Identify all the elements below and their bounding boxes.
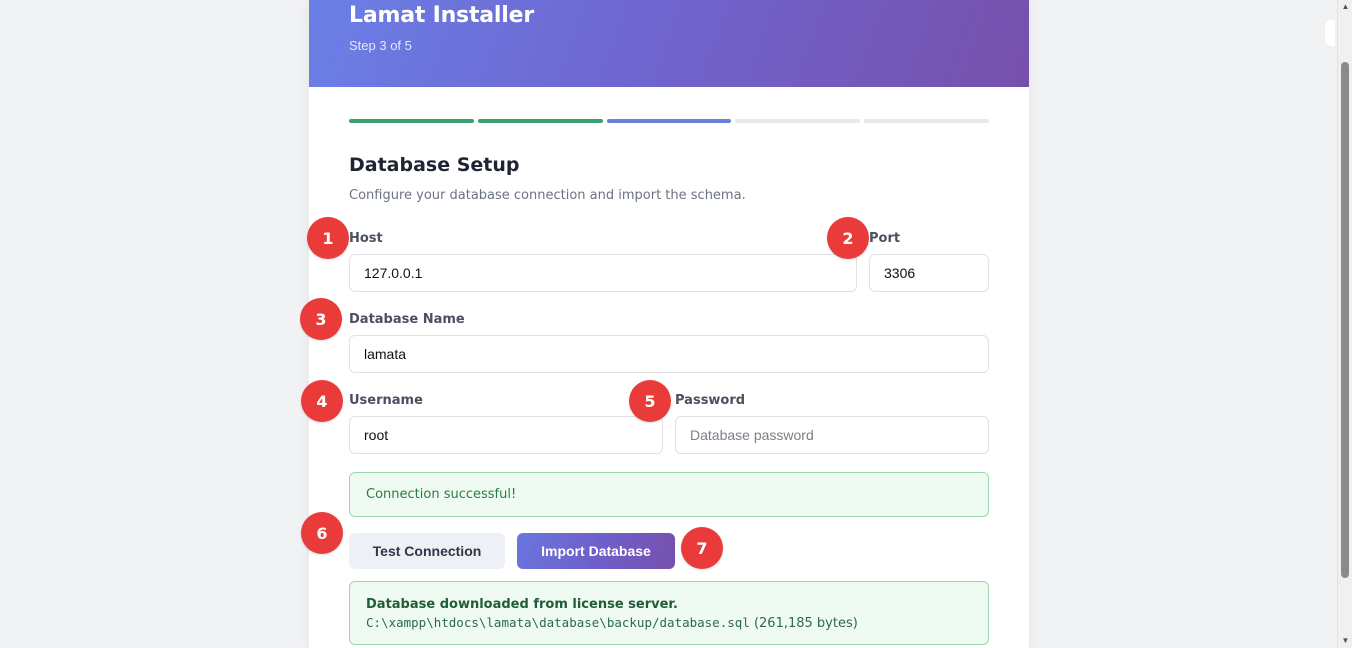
download-alert-detail: C:\xampp\htdocs\lamata\database\backup/d… — [366, 615, 972, 631]
database-name-input[interactable] — [349, 335, 989, 373]
page-scrollbar[interactable]: ▲ ▼ — [1337, 0, 1352, 648]
progress-step-2 — [477, 119, 603, 123]
progress-step-3 — [606, 119, 732, 123]
port-input[interactable] — [869, 254, 989, 292]
step-indicator: Step 3 of 5 — [349, 38, 412, 53]
progress-step-4 — [735, 119, 861, 123]
scroll-up-arrow-icon[interactable]: ▲ — [1338, 0, 1352, 14]
browser-viewport: Lamat Installer Step 3 of 5 Database Set… — [0, 0, 1352, 648]
annotation-marker-1: 1 — [307, 217, 349, 259]
annotation-marker-6: 6 — [301, 512, 343, 554]
annotation-marker-3: 3 — [300, 298, 342, 340]
scrollbar-thumb[interactable] — [1341, 62, 1349, 578]
progress-step-1 — [349, 119, 474, 123]
annotation-marker-5: 5 — [629, 380, 671, 422]
password-input[interactable] — [675, 416, 989, 454]
host-input[interactable] — [349, 254, 857, 292]
host-label: Host — [349, 231, 383, 246]
download-file-path: C:\xampp\htdocs\lamata\database\backup/d… — [366, 615, 750, 630]
username-label: Username — [349, 393, 423, 408]
scroll-down-arrow-icon[interactable]: ▼ — [1338, 634, 1352, 648]
connection-success-alert: Connection successful! — [349, 472, 989, 517]
test-connection-button[interactable]: Test Connection — [349, 533, 505, 569]
progress-step-5 — [864, 119, 989, 123]
section-description: Configure your database connection and i… — [349, 188, 746, 203]
section-title: Database Setup — [349, 154, 520, 176]
connection-success-message: Connection successful! — [366, 487, 517, 502]
annotation-marker-7: 7 — [681, 527, 723, 569]
database-download-alert: Database downloaded from license server.… — [349, 581, 989, 645]
installer-header: Lamat Installer Step 3 of 5 — [309, 0, 1029, 87]
installer-card: Lamat Installer Step 3 of 5 Database Set… — [309, 0, 1029, 648]
step-progress-bar — [349, 119, 989, 123]
import-database-button[interactable]: Import Database — [517, 533, 675, 569]
annotation-marker-2: 2 — [827, 217, 869, 259]
port-label: Port — [869, 231, 901, 246]
app-title: Lamat Installer — [349, 3, 534, 28]
side-panel-tab[interactable] — [1325, 20, 1335, 46]
database-name-label: Database Name — [349, 312, 465, 327]
download-alert-title: Database downloaded from license server. — [366, 597, 678, 612]
annotation-marker-4: 4 — [301, 380, 343, 422]
password-label: Password — [675, 393, 746, 408]
download-file-size: (261,185 bytes) — [753, 616, 858, 631]
username-input[interactable] — [349, 416, 663, 454]
